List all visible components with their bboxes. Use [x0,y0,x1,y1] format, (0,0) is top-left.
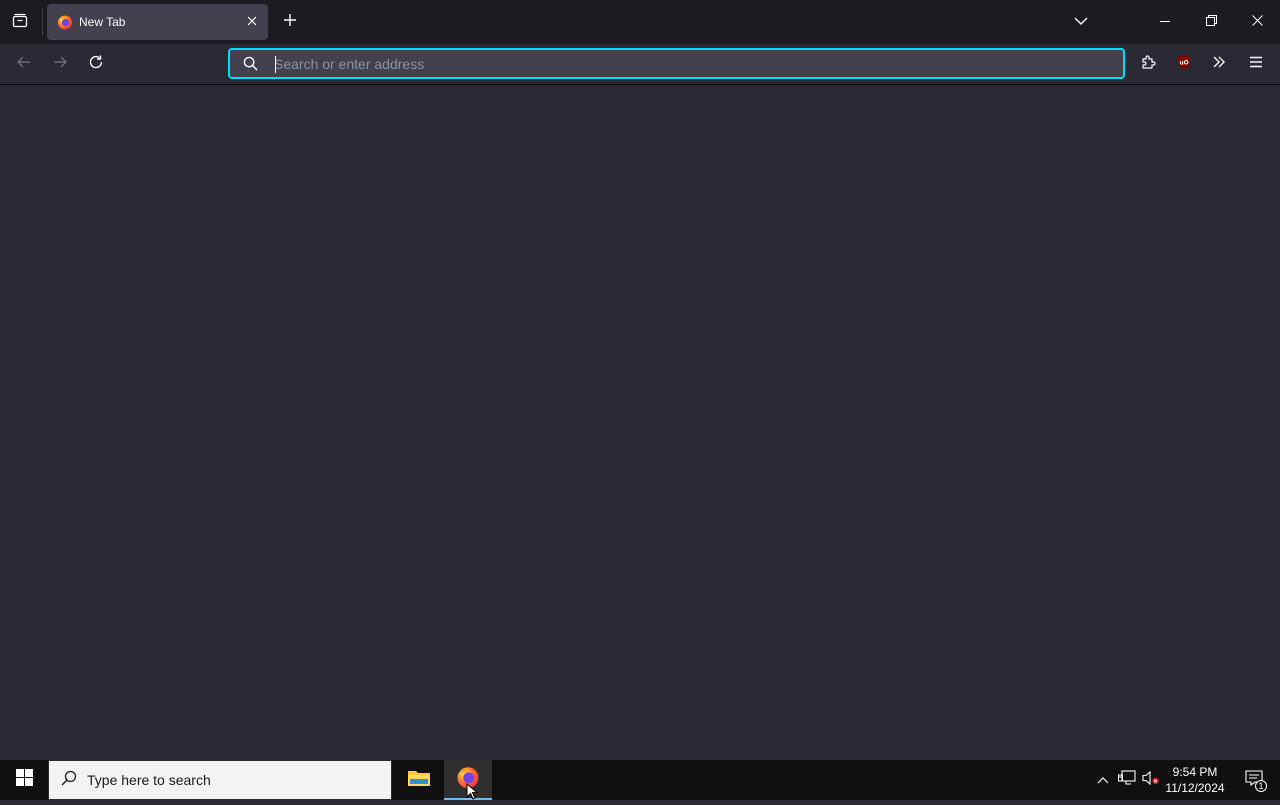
firefox-view-button[interactable] [4,6,36,38]
tab-bar: New Tab [0,0,1280,44]
search-icon [61,770,77,791]
show-hidden-icons-button[interactable] [1091,768,1115,792]
app-menu-button[interactable] [1240,48,1272,80]
firefox-icon [57,14,73,30]
minimize-icon [1160,13,1170,31]
action-center-button[interactable]: 1 [1234,760,1274,800]
ublock-origin-button[interactable]: uO [1168,48,1200,80]
folder-icon [407,768,431,793]
close-icon [247,13,257,31]
taskbar-app-file-explorer[interactable] [395,760,443,800]
close-window-button[interactable] [1234,0,1280,44]
mouse-cursor-icon [466,782,479,805]
close-icon [1251,13,1263,31]
taskbar-search-placeholder: Type here to search [87,772,211,788]
back-button[interactable] [8,48,40,80]
tab-list-icon [12,12,28,33]
start-button[interactable] [0,760,48,800]
reload-icon [88,54,104,75]
address-bar[interactable] [228,48,1125,79]
clock-time: 9:54 PM [1172,765,1218,779]
address-input[interactable] [270,50,1123,77]
tab-new-tab[interactable]: New Tab [47,4,268,40]
volume-muted-icon [1142,770,1160,791]
more-tools-button[interactable] [1203,48,1235,80]
puzzle-icon [1140,54,1156,75]
network-button[interactable] [1115,768,1139,792]
restore-icon [1205,13,1217,31]
svg-text:uO: uO [1179,59,1188,66]
navigation-toolbar: uO [0,44,1280,85]
close-tab-button[interactable] [240,10,264,34]
search-icon [230,56,270,71]
arrow-right-icon [52,54,68,75]
notification-count-badge: 1 [1255,780,1267,792]
list-all-tabs-button[interactable] [1058,0,1104,44]
chevron-up-icon [1097,771,1109,789]
clock-date: 11/12/2024 [1165,781,1225,795]
plus-icon [283,13,297,32]
taskbar: Type here to search 9:54 PM 11/12/2024 1 [0,760,1280,800]
extensions-button[interactable] [1132,48,1164,80]
reload-button[interactable] [80,48,112,80]
forward-button[interactable] [44,48,76,80]
network-icon [1118,769,1136,791]
double-chevron-icon [1211,54,1227,75]
ublock-origin-icon: uO [1176,54,1192,75]
text-caret [275,56,276,73]
minimize-button[interactable] [1142,0,1188,44]
taskbar-clock[interactable]: 9:54 PM 11/12/2024 [1160,763,1230,797]
windows-icon [15,769,33,791]
chevron-down-icon [1074,13,1088,31]
restore-button[interactable] [1188,0,1234,44]
tab-separator [42,8,43,36]
arrow-left-icon [16,54,32,75]
taskbar-search[interactable]: Type here to search [48,760,392,800]
page-content [0,85,1280,760]
hamburger-icon [1248,54,1264,75]
new-tab-button[interactable] [275,6,305,38]
tab-title: New Tab [79,15,126,29]
